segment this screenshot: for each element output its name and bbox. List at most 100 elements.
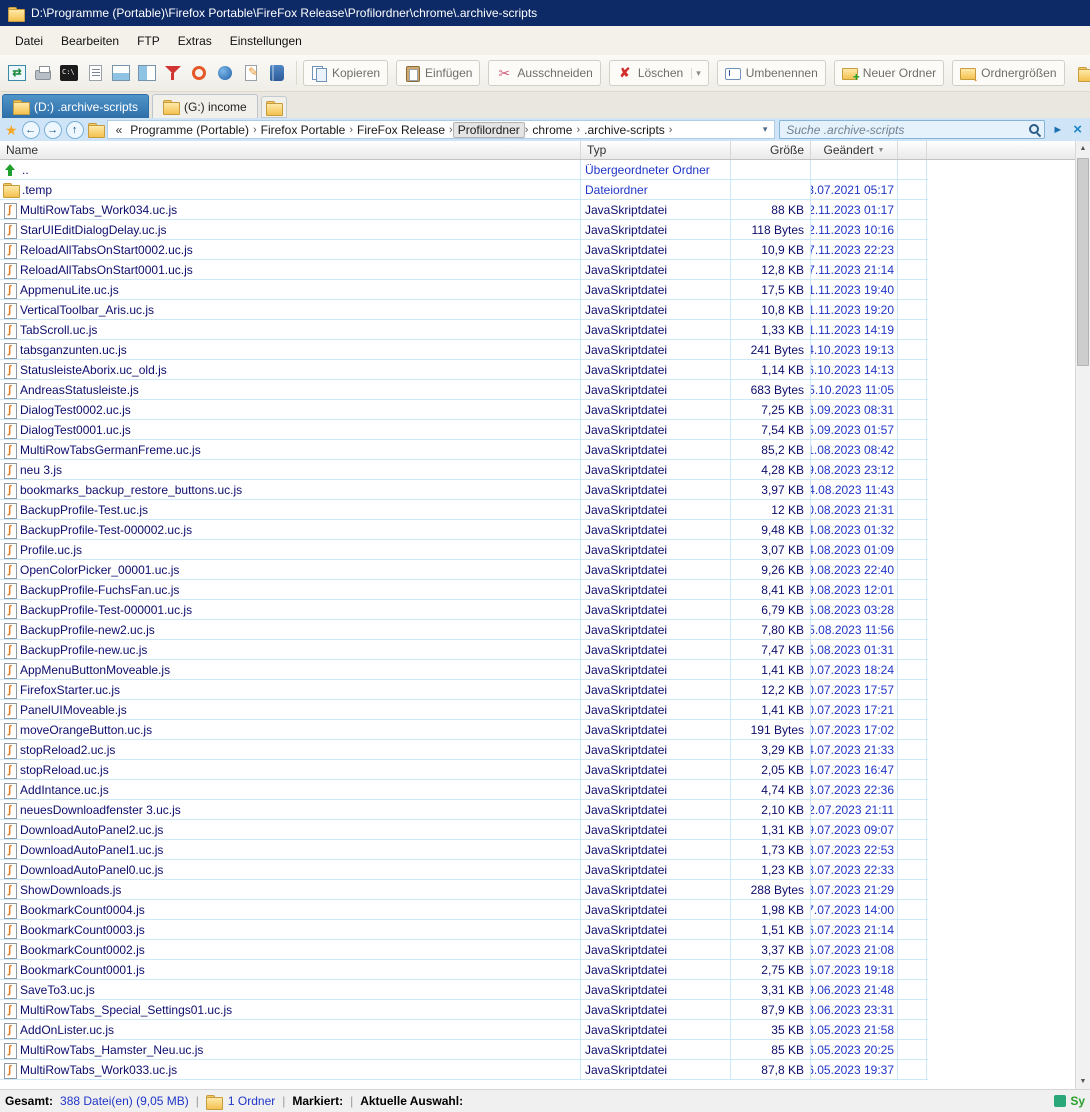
file-row[interactable]: SaveTo3.uc.jsJavaSkriptdatei3,31 KB19.06… xyxy=(0,980,928,1000)
file-row[interactable]: DialogTest0002.uc.jsJavaSkriptdatei7,25 … xyxy=(0,400,928,420)
file-row[interactable]: stopReload.uc.jsJavaSkriptdatei2,05 KB24… xyxy=(0,760,928,780)
up-button[interactable]: ↑ xyxy=(66,121,84,139)
new-folder-button[interactable]: Neuer Ordner xyxy=(834,60,944,86)
column-header-size[interactable]: Größe xyxy=(731,141,811,159)
cut-button[interactable]: Ausschneiden xyxy=(488,60,600,86)
file-row[interactable]: BookmarkCount0004.jsJavaSkriptdatei1,98 … xyxy=(0,900,928,920)
close-search-icon[interactable]: × xyxy=(1070,122,1085,137)
file-row[interactable]: VerticalToolbar_Aris.uc.jsJavaSkriptdate… xyxy=(0,300,928,320)
file-row[interactable]: BookmarkCount0001.jsJavaSkriptdatei2,75 … xyxy=(0,960,928,980)
tab-1[interactable]: (D:) .archive-scripts xyxy=(2,94,149,118)
file-row[interactable]: OpenColorPicker_00001.uc.jsJavaSkriptdat… xyxy=(0,560,928,580)
file-row[interactable]: moveOrangeButton.uc.jsJavaSkriptdatei191… xyxy=(0,720,928,740)
file-row[interactable]: MultiRowTabs_Hamster_Neu.uc.jsJavaSkript… xyxy=(0,1040,928,1060)
column-header-modified[interactable]: Geändert▼ xyxy=(811,141,898,159)
breadcrumb-dropdown-arrow[interactable]: ▾ xyxy=(760,124,771,135)
file-row[interactable]: AppMenuButtonMoveable.jsJavaSkriptdatei1… xyxy=(0,660,928,680)
vertical-scrollbar[interactable]: ▲ ▼ xyxy=(1075,141,1090,1089)
file-row[interactable]: tabsganzunten.uc.jsJavaSkriptdatei241 By… xyxy=(0,340,928,360)
new-tab-button[interactable] xyxy=(261,96,287,118)
column-header-type[interactable]: Typ xyxy=(581,141,731,159)
file-row[interactable]: DownloadAutoPanel1.uc.jsJavaSkriptdatei1… xyxy=(0,840,928,860)
rename-button[interactable]: Umbenennen xyxy=(717,60,826,86)
menu-item-bearbeiten[interactable]: Bearbeiten xyxy=(52,30,128,52)
back-button[interactable]: ← xyxy=(22,121,40,139)
file-row[interactable]: neu 3.jsJavaSkriptdatei4,28 KB29.08.2023… xyxy=(0,460,928,480)
file-row[interactable]: bookmarks_backup_restore_buttons.uc.jsJa… xyxy=(0,480,928,500)
breadcrumb-item[interactable]: FireFox Release xyxy=(353,123,449,137)
breadcrumb-item[interactable]: Programme (Portable) xyxy=(126,123,253,137)
file-row[interactable]: MultiRowTabs_Work034.uc.jsJavaSkriptdate… xyxy=(0,200,928,220)
editor-button[interactable] xyxy=(238,59,264,87)
forward-button[interactable]: → xyxy=(44,121,62,139)
paste-button[interactable]: Einfügen xyxy=(396,60,480,86)
file-row[interactable]: AddOnLister.uc.jsJavaSkriptdatei35 KB18.… xyxy=(0,1020,928,1040)
globe-button[interactable] xyxy=(212,59,238,87)
folder-sizes-button[interactable]: Ordnergrößen xyxy=(952,60,1064,86)
current-folder-icon[interactable] xyxy=(88,123,103,136)
file-row[interactable]: BackupProfile-Test-000001.uc.jsJavaSkrip… xyxy=(0,600,928,620)
file-row[interactable]: stopReload2.uc.jsJavaSkriptdatei3,29 KB2… xyxy=(0,740,928,760)
folder-sync-button[interactable] xyxy=(4,59,30,87)
file-row[interactable]: MultiRowTabs_Special_Settings01.uc.jsJav… xyxy=(0,1000,928,1020)
file-row[interactable]: BookmarkCount0002.jsJavaSkriptdatei3,37 … xyxy=(0,940,928,960)
file-row[interactable]: ShowDownloads.jsJavaSkriptdatei288 Bytes… xyxy=(0,880,928,900)
column-header-name[interactable]: Name xyxy=(0,141,581,159)
file-row[interactable]: BackupProfile-Test-000002.uc.jsJavaSkrip… xyxy=(0,520,928,540)
file-row[interactable]: AppmenuLite.uc.jsJavaSkriptdatei17,5 KB0… xyxy=(0,280,928,300)
favorites-book-button[interactable] xyxy=(264,59,290,87)
file-row[interactable]: AddIntance.uc.jsJavaSkriptdatei4,74 KB23… xyxy=(0,780,928,800)
menu-item-extras[interactable]: Extras xyxy=(169,30,221,52)
breadcrumb-item[interactable]: Profilordner xyxy=(453,122,525,138)
file-row[interactable]: AndreasStatusleiste.jsJavaSkriptdatei683… xyxy=(0,380,928,400)
copy-button[interactable]: Kopieren xyxy=(303,60,388,86)
breadcrumb-item[interactable]: Firefox Portable xyxy=(257,123,350,137)
dos-prompt-button[interactable] xyxy=(56,59,82,87)
file-row[interactable]: BackupProfile-Test.uc.jsJavaSkriptdatei1… xyxy=(0,500,928,520)
file-row[interactable]: BookmarkCount0003.jsJavaSkriptdatei1,51 … xyxy=(0,920,928,940)
breadcrumb-item[interactable]: .archive-scripts xyxy=(580,123,669,137)
start-search-icon[interactable]: ► xyxy=(1049,124,1066,136)
file-row[interactable]: DownloadAutoPanel2.uc.jsJavaSkriptdatei1… xyxy=(0,820,928,840)
file-row[interactable]: .tempDateiordner23.07.2021 05:17 xyxy=(0,180,928,200)
split-horizontal-button[interactable] xyxy=(108,59,134,87)
search-icon[interactable] xyxy=(1028,123,1041,136)
tab-2[interactable]: (G:) income xyxy=(152,94,258,118)
cut-icon xyxy=(496,65,512,81)
file-row[interactable]: ReloadAllTabsOnStart0002.uc.jsJavaSkript… xyxy=(0,240,928,260)
split-vertical-button[interactable] xyxy=(134,59,160,87)
delete-button[interactable]: Löschen▾ xyxy=(609,60,709,86)
file-row[interactable]: Profile.uc.jsJavaSkriptdatei3,07 KB14.08… xyxy=(0,540,928,560)
file-row[interactable]: ReloadAllTabsOnStart0001.uc.jsJavaSkript… xyxy=(0,260,928,280)
file-row[interactable]: StarUIEditDialogDelay.uc.jsJavaSkriptdat… xyxy=(0,220,928,240)
file-row[interactable]: DownloadAutoPanel0.uc.jsJavaSkriptdatei1… xyxy=(0,860,928,880)
file-row[interactable]: BackupProfile-FuchsFan.uc.jsJavaSkriptda… xyxy=(0,580,928,600)
menu-item-einstellungen[interactable]: Einstellungen xyxy=(221,30,311,52)
file-preview-button[interactable] xyxy=(82,59,108,87)
scrollbar-thumb[interactable] xyxy=(1077,158,1089,366)
delete-button-dropdown-arrow[interactable]: ▾ xyxy=(691,68,701,79)
scroll-down-button[interactable]: ▼ xyxy=(1076,1074,1090,1089)
menu-item-datei[interactable]: Datei xyxy=(6,30,52,52)
search-input[interactable] xyxy=(779,120,1045,139)
file-row[interactable]: BackupProfile-new2.uc.jsJavaSkriptdatei7… xyxy=(0,620,928,640)
favorites-star-icon[interactable]: ★ xyxy=(5,123,18,137)
orange-ring-button[interactable] xyxy=(186,59,212,87)
print-button[interactable] xyxy=(30,59,56,87)
file-row[interactable]: FirefoxStarter.uc.jsJavaSkriptdatei12,2 … xyxy=(0,680,928,700)
breadcrumb-overflow-chevron[interactable]: « xyxy=(112,123,127,137)
file-row[interactable]: StatusleisteAborix.uc_old.jsJavaSkriptda… xyxy=(0,360,928,380)
file-row[interactable]: MultiRowTabsGermanFreme.uc.jsJavaSkriptd… xyxy=(0,440,928,460)
overflow-toolbar-button[interactable] xyxy=(1073,59,1090,87)
file-row[interactable]: BackupProfile-new.uc.jsJavaSkriptdatei7,… xyxy=(0,640,928,660)
file-row[interactable]: TabScroll.uc.jsJavaSkriptdatei1,33 KB01.… xyxy=(0,320,928,340)
breadcrumb-item[interactable]: chrome xyxy=(528,123,576,137)
file-row[interactable]: neuesDownloadfenster 3.uc.jsJavaSkriptda… xyxy=(0,800,928,820)
scroll-up-button[interactable]: ▲ xyxy=(1076,141,1090,156)
file-row[interactable]: MultiRowTabs_Work033.uc.jsJavaSkriptdate… xyxy=(0,1060,928,1080)
file-row[interactable]: DialogTest0001.uc.jsJavaSkriptdatei7,54 … xyxy=(0,420,928,440)
menu-item-ftp[interactable]: FTP xyxy=(128,30,169,52)
file-row[interactable]: ..Übergeordneter Ordner xyxy=(0,160,928,180)
filter-button[interactable] xyxy=(160,59,186,87)
file-row[interactable]: PanelUIMoveable.jsJavaSkriptdatei1,41 KB… xyxy=(0,700,928,720)
